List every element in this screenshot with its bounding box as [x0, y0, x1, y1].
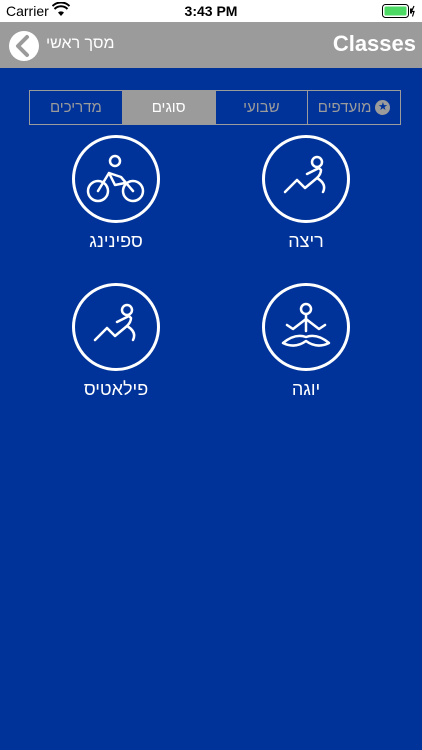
navigation-bar: מסך ראשי Classes — [0, 22, 422, 68]
class-tile-pilates[interactable]: פילאטיס — [46, 283, 186, 400]
status-time: 3:43 PM — [184, 3, 238, 19]
pilates-icon — [93, 303, 136, 342]
class-label: ריצה — [288, 231, 324, 251]
battery-icon — [382, 4, 415, 18]
yoga-icon-circle — [262, 283, 350, 371]
running-icon-circle — [262, 135, 350, 223]
class-tile-yoga[interactable]: יוגה — [236, 283, 376, 400]
tab-label: שבועי — [243, 99, 280, 116]
page-title: Classes — [332, 31, 416, 56]
cycling-icon — [86, 154, 145, 203]
pilates-icon-circle — [72, 283, 160, 371]
tab-instructors[interactable]: מדריכים — [30, 91, 123, 124]
class-label: יוגה — [291, 379, 321, 399]
status-bar: Carrier 3:43 PM — [0, 0, 422, 22]
tab-bar: מדריכים סוגים שבועי מועדפים ★ — [29, 90, 401, 125]
star-icon: ★ — [375, 100, 391, 115]
tab-types[interactable]: סוגים — [122, 91, 216, 124]
yoga-icon — [281, 302, 331, 347]
tab-label: מדריכים — [49, 99, 102, 116]
class-tile-running[interactable]: ריצה — [236, 135, 376, 252]
class-label: ספינינג — [89, 231, 143, 251]
tab-favorites[interactable]: מועדפים ★ — [308, 91, 400, 124]
tab-label: מועדפים — [317, 99, 372, 116]
running-icon — [283, 155, 326, 194]
back-arrow-icon[interactable] — [8, 30, 40, 62]
class-tile-spinning[interactable]: ספינינג — [46, 135, 186, 252]
back-button-label[interactable]: מסך ראשי — [46, 35, 114, 53]
cycling-icon-circle — [72, 135, 160, 223]
tab-label: סוגים — [151, 99, 186, 116]
class-label: פילאטיס — [83, 379, 149, 399]
tab-weekly[interactable]: שבועי — [216, 91, 309, 124]
